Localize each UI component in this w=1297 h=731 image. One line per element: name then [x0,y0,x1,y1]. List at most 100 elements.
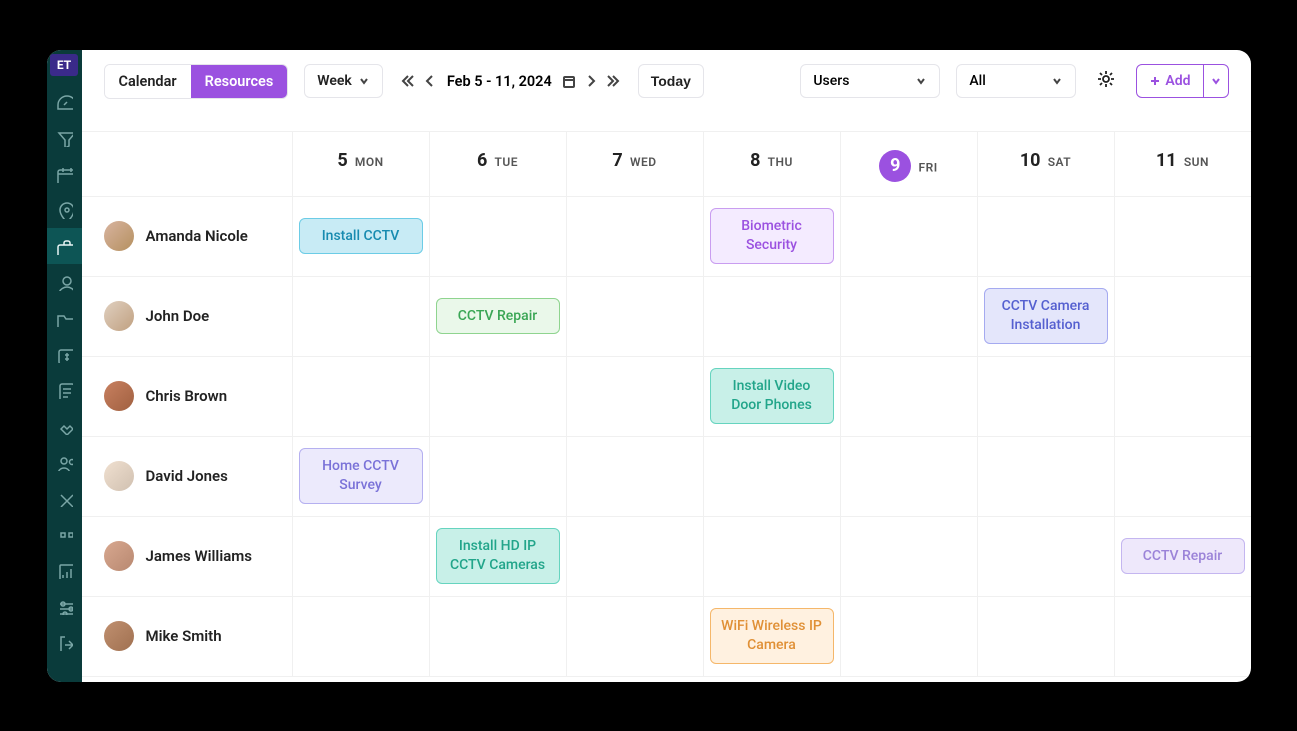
grid-cell[interactable] [977,197,1114,276]
grid-cell[interactable] [977,517,1114,596]
resource-cell[interactable]: Chris Brown [82,357,292,436]
resource-type-select[interactable]: Users [800,64,940,98]
grid-cell[interactable] [292,517,429,596]
resource-cell[interactable]: John Doe [82,277,292,356]
grid-cell[interactable] [840,197,977,276]
date-picker-button[interactable] [560,72,578,90]
nav-settings[interactable] [47,588,82,624]
day-header[interactable]: 9 FRI [840,132,977,196]
day-header[interactable]: 8 THU [703,132,840,196]
nav-jobs[interactable] [47,228,82,264]
grid-cell[interactable] [429,197,566,276]
grid-cell[interactable] [566,197,703,276]
resource-cell[interactable]: James Williams [82,517,292,596]
grid-cell[interactable] [1114,197,1251,276]
grid-cell[interactable] [977,357,1114,436]
grid-cell[interactable]: Home CCTV Survey [292,437,429,516]
view-period-select[interactable]: Week [304,64,383,98]
event-card[interactable]: CCTV Camera Installation [984,288,1108,344]
nav-map[interactable] [47,192,82,228]
nav-calendar[interactable] [47,156,82,192]
nav-docs[interactable] [47,372,82,408]
grid-cell[interactable] [429,357,566,436]
next-button[interactable] [582,72,600,90]
grid-cell[interactable] [977,597,1114,676]
sidebar: ET [47,50,82,682]
nav-dashboard[interactable] [47,84,82,120]
grid-cell[interactable] [1114,277,1251,356]
grid-cell[interactable] [703,517,840,596]
filter-select[interactable]: All [956,64,1076,98]
grid-cell[interactable]: Install HD IP CCTV Cameras [429,517,566,596]
day-name: FRI [919,160,938,174]
day-header[interactable]: 7 WED [566,132,703,196]
settings-button[interactable] [1092,65,1120,97]
grid-cell[interactable] [840,597,977,676]
handshake-icon [55,417,73,435]
grid-cell[interactable] [429,437,566,516]
grid-cell[interactable] [292,357,429,436]
grid-cell[interactable] [292,597,429,676]
day-header[interactable]: 11 SUN [1114,132,1251,196]
nav-logout[interactable] [47,624,82,660]
grid-cell[interactable] [429,597,566,676]
grid-cell[interactable] [977,437,1114,516]
event-card[interactable]: CCTV Repair [1121,538,1245,575]
grid-cell[interactable] [1114,597,1251,676]
prev-button[interactable] [421,72,439,90]
grid-cell[interactable] [1114,437,1251,516]
grid-cell[interactable]: CCTV Repair [429,277,566,356]
nav-billing[interactable] [47,336,82,372]
grid-cell[interactable] [566,357,703,436]
event-card[interactable]: Install CCTV [299,218,423,255]
grid-cell[interactable] [566,597,703,676]
event-card[interactable]: Biometric Security [710,208,834,264]
resource-cell[interactable]: Amanda Nicole [82,197,292,276]
nav-contacts[interactable] [47,264,82,300]
grid-cell[interactable] [292,277,429,356]
nav-team[interactable] [47,444,82,480]
day-header[interactable]: 6 TUE [429,132,566,196]
grid-cell[interactable] [840,277,977,356]
nav-handshake[interactable] [47,408,82,444]
grid-body: Amanda NicoleInstall CCTV Biometric Secur… [82,197,1251,677]
resource-cell[interactable]: Mike Smith [82,597,292,676]
add-dropdown-button[interactable] [1203,65,1228,97]
grid-cell[interactable] [840,437,977,516]
today-button[interactable]: Today [638,64,704,98]
add-button[interactable]: Add [1137,65,1202,97]
grid-cell[interactable]: Install Video Door Phones [703,357,840,436]
event-card[interactable]: Install HD IP CCTV Cameras [436,528,560,584]
plus-icon [1149,75,1161,87]
event-card[interactable]: Install Video Door Phones [710,368,834,424]
resource-cell[interactable]: David Jones [82,437,292,516]
day-header[interactable]: 5 MON [292,132,429,196]
grid-cell[interactable]: CCTV Camera Installation [977,277,1114,356]
tab-calendar[interactable]: Calendar [105,65,191,98]
grid-cell[interactable] [1114,357,1251,436]
grid-cell[interactable] [566,437,703,516]
grid-cell[interactable] [566,277,703,356]
day-header[interactable]: 10 SAT [977,132,1114,196]
grid-cell[interactable] [703,437,840,516]
grid-cell[interactable] [840,517,977,596]
nav-funnel[interactable] [47,120,82,156]
grid-cell[interactable]: CCTV Repair [1114,517,1251,596]
grid-cell[interactable] [703,277,840,356]
nav-folder[interactable] [47,300,82,336]
resource-name: John Doe [146,307,210,325]
nav-quotes[interactable] [47,516,82,552]
grid-cell[interactable]: WiFi Wireless IP Camera [703,597,840,676]
grid-cell[interactable] [840,357,977,436]
next-fast-button[interactable] [604,72,622,90]
nav-reports[interactable] [47,552,82,588]
event-card[interactable]: Home CCTV Survey [299,448,423,504]
grid-cell[interactable]: Install CCTV [292,197,429,276]
tab-resources[interactable]: Resources [191,65,288,98]
grid-cell[interactable]: Biometric Security [703,197,840,276]
prev-fast-button[interactable] [399,72,417,90]
event-card[interactable]: CCTV Repair [436,298,560,335]
nav-tools[interactable] [47,480,82,516]
grid-cell[interactable] [566,517,703,596]
event-card[interactable]: WiFi Wireless IP Camera [710,608,834,664]
